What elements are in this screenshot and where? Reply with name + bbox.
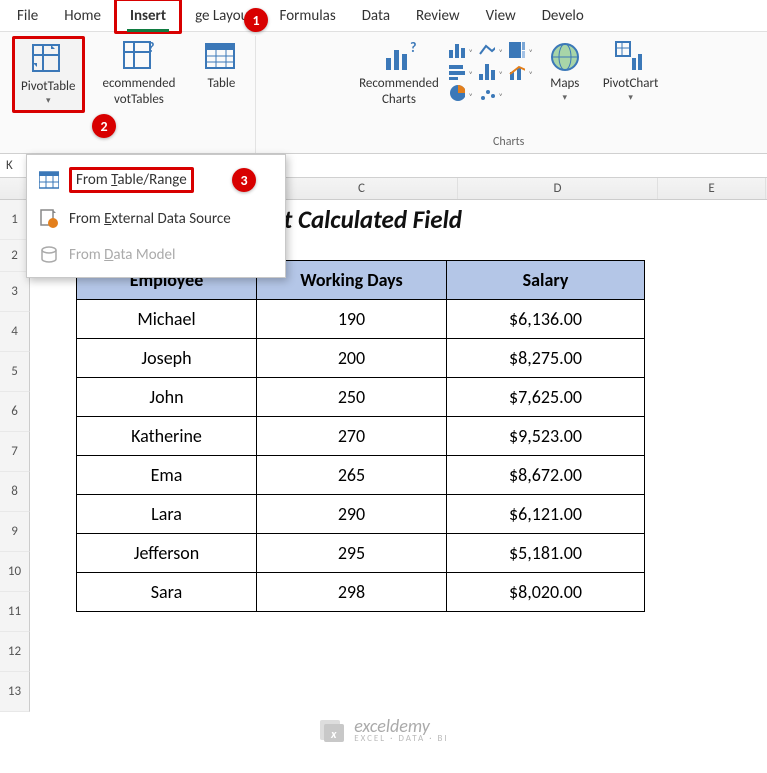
row-header-4[interactable]: 4 — [0, 312, 30, 352]
table-row[interactable]: Jefferson295$5,181.00 — [77, 534, 645, 573]
svg-text:x: x — [330, 728, 337, 742]
maps-button[interactable]: Maps ▾ — [537, 36, 593, 107]
globe-icon — [548, 40, 582, 74]
chevron-down-icon: ▾ — [46, 95, 51, 106]
row-header-10[interactable]: 10 — [0, 552, 30, 592]
chevron-down-icon: ▾ — [563, 92, 568, 103]
col-header-E[interactable]: E — [658, 178, 766, 199]
scatter-chart-button[interactable]: ˅ — [479, 84, 503, 102]
table-row[interactable]: Sara298$8,020.00 — [77, 573, 645, 612]
row-header-5[interactable]: 5 — [0, 352, 30, 392]
tab-data[interactable]: Data — [349, 1, 403, 31]
watermark-sub: EXCEL · DATA · BI — [354, 733, 448, 744]
recommended-pivottable-icon: ? — [122, 40, 156, 74]
pivottable-icon — [31, 43, 65, 77]
chevron-down-icon: ▾ — [628, 92, 633, 103]
recommended-charts-label: Recommended Charts — [359, 76, 439, 107]
table-button[interactable]: Table — [193, 36, 249, 96]
recommended-pivottables-button[interactable]: ? ecommended votTables — [97, 36, 182, 111]
datamodel-icon — [39, 245, 59, 265]
recommended-pt-label: ecommended votTables — [103, 76, 176, 107]
dropdown-from-external[interactable]: From External Data Source — [27, 201, 285, 237]
bar-chart-button[interactable]: ˅ — [449, 62, 473, 80]
tab-insert[interactable]: Insert — [114, 0, 182, 34]
tab-view[interactable]: View — [473, 1, 529, 31]
table-row[interactable]: Lara290$6,121.00 — [77, 495, 645, 534]
chart-types-cluster: ˅ ˅ ˅ ˅ ˅ ˅ ˅ ˅ — [449, 36, 533, 102]
table-row[interactable]: John250$7,625.00 — [77, 378, 645, 417]
pie-chart-button[interactable]: ˅ — [449, 84, 473, 102]
dropdown-from-datamodel-label: From Data Model — [69, 246, 175, 264]
header-salary: Salary — [447, 261, 645, 300]
table-icon — [204, 40, 238, 74]
tab-home[interactable]: Home — [51, 1, 114, 31]
pivotchart-label: PivotChart — [603, 76, 659, 92]
table-row[interactable]: Michael190$6,136.00 — [77, 300, 645, 339]
recommended-charts-button[interactable]: ? Recommended Charts — [353, 36, 445, 111]
column-chart-button[interactable]: ˅ — [449, 40, 473, 58]
dropdown-from-external-label: From External Data Source — [69, 210, 231, 228]
row-header-9[interactable]: 9 — [0, 512, 30, 552]
combo-chart-button[interactable]: ˅ — [509, 62, 533, 80]
table-row[interactable]: Katherine270$9,523.00 — [77, 417, 645, 456]
row-header-11[interactable]: 11 — [0, 592, 30, 632]
row-header-13[interactable]: 13 — [0, 672, 30, 712]
treemap-button[interactable]: ˅ — [509, 40, 533, 58]
external-data-icon — [39, 209, 59, 229]
line-chart-button[interactable]: ˅ — [479, 40, 503, 58]
ribbon-tabs: File Home Insert ge Layout Formulas Data… — [0, 0, 767, 32]
tab-developer[interactable]: Develo — [529, 1, 597, 31]
maps-label: Maps — [550, 76, 579, 92]
tab-review[interactable]: Review — [403, 1, 473, 31]
watermark: x exceldemy EXCEL · DATA · BI — [0, 715, 767, 744]
svg-text:?: ? — [410, 40, 416, 56]
row-header-3[interactable]: 3 — [0, 272, 30, 312]
svg-text:?: ? — [148, 40, 155, 56]
stats-chart-button[interactable]: ˅ — [479, 62, 503, 80]
table-row[interactable]: Ema265$8,672.00 — [77, 456, 645, 495]
ribbon-insert: PivotTable ▾ ? ecommended votTables Tabl… — [0, 32, 767, 154]
col-header-C[interactable]: C — [266, 178, 458, 199]
tab-file[interactable]: File — [4, 1, 51, 31]
watermark-icon: x — [318, 716, 346, 744]
pivottable-button[interactable]: PivotTable ▾ — [12, 36, 85, 113]
row-header-12[interactable]: 12 — [0, 632, 30, 672]
row-header-8[interactable]: 8 — [0, 472, 30, 512]
group-charts-label: Charts — [493, 135, 524, 149]
callout-1: 1 — [244, 8, 268, 32]
table-label: Table — [208, 76, 236, 92]
row-header-7[interactable]: 7 — [0, 432, 30, 472]
pivotchart-icon — [614, 40, 648, 74]
tab-formulas[interactable]: Formulas — [267, 1, 349, 31]
callout-2: 2 — [92, 114, 116, 138]
employee-table: Employee Working Days Salary Michael190$… — [76, 260, 645, 612]
pivotchart-button[interactable]: PivotChart ▾ — [597, 36, 665, 107]
table-row[interactable]: Joseph200$8,275.00 — [77, 339, 645, 378]
from-table-icon — [39, 170, 59, 190]
row-header-6[interactable]: 6 — [0, 392, 30, 432]
dropdown-from-table-label: From Table/Range — [69, 167, 194, 193]
dropdown-from-datamodel: From Data Model — [27, 237, 285, 273]
pivottable-label: PivotTable — [21, 79, 76, 95]
col-header-D[interactable]: D — [458, 178, 658, 199]
callout-3: 3 — [232, 168, 256, 192]
recommended-charts-icon: ? — [382, 40, 416, 74]
